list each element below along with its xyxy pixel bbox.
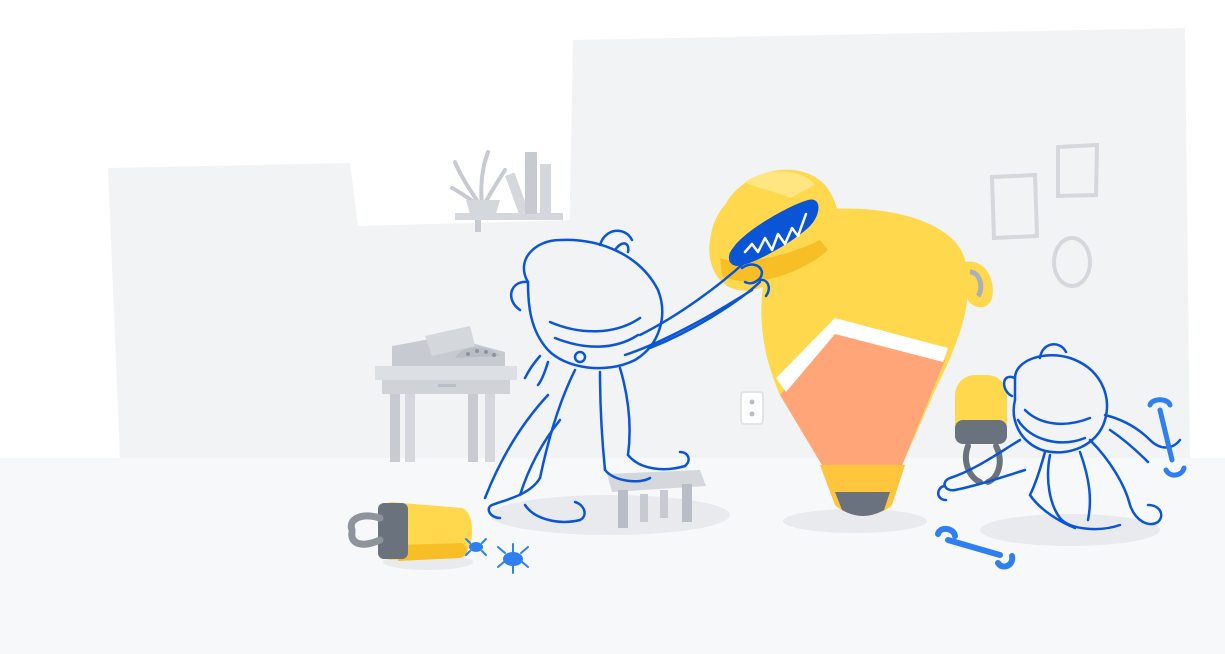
background-walls <box>108 28 1190 460</box>
wall-shelf <box>450 150 563 232</box>
illustration-stage <box>0 0 1225 654</box>
shelf-board <box>455 213 563 220</box>
repair-robot-illustration <box>0 28 1225 654</box>
plant-icon <box>450 150 507 207</box>
wall-left <box>108 163 575 460</box>
books-icon <box>505 152 551 215</box>
power-outlet-icon <box>740 391 764 425</box>
shelf-bracket <box>475 220 481 232</box>
plant-pot <box>466 200 500 214</box>
